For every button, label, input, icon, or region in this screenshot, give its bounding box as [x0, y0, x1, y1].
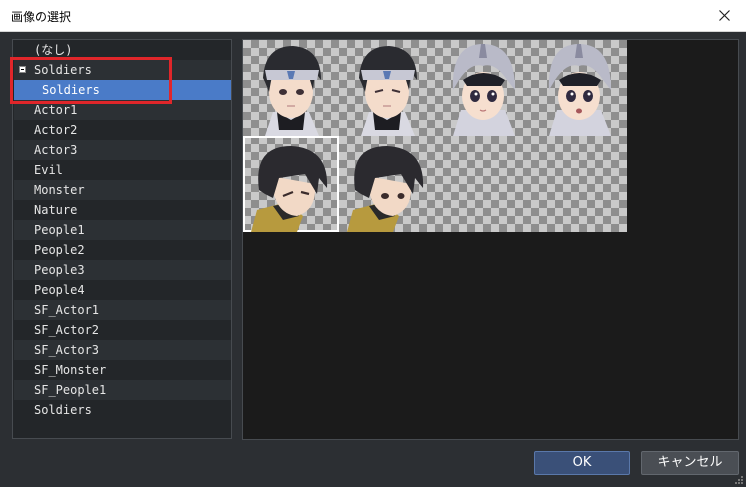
list-item[interactable]: Actor2	[14, 120, 231, 140]
face-tile-empty[interactable]	[435, 136, 531, 232]
close-button[interactable]	[702, 0, 746, 31]
list-item-label: People2	[34, 243, 85, 257]
list-item-label: Actor1	[34, 103, 78, 117]
list-item-label: Soldiers	[34, 403, 92, 417]
soldier-face-image	[359, 46, 417, 136]
list-item[interactable]: Nature	[14, 200, 231, 220]
list-item[interactable]: SF_Monster	[14, 360, 231, 380]
list-item-label: SF_Actor3	[34, 343, 100, 357]
face-tile-selected[interactable]	[243, 136, 339, 232]
list-item-label: Evil	[34, 163, 63, 177]
face-tile[interactable]	[339, 136, 435, 232]
list-item-soldiers-child[interactable]: Soldiers	[14, 80, 231, 100]
list-item-label: Nature	[34, 203, 78, 217]
image-preview-panel[interactable]	[242, 39, 739, 440]
list-item-label: SF_Monster	[34, 363, 107, 377]
soldier-face-image	[347, 146, 424, 232]
list-item-label: SF_People1	[34, 383, 107, 397]
image-file-list[interactable]: (なし) Soldiers Soldiers Actor1 Actor2 Act…	[12, 39, 232, 439]
list-item-label: People3	[34, 263, 85, 277]
list-item[interactable]: Soldiers	[14, 400, 231, 420]
cancel-button[interactable]: キャンセル	[641, 451, 739, 475]
list-item[interactable]: People1	[14, 220, 231, 240]
list-item[interactable]: Monster	[14, 180, 231, 200]
title-bar: 画像の選択	[0, 0, 746, 32]
face-tile[interactable]	[531, 40, 627, 136]
list-item-label: Actor2	[34, 123, 78, 137]
list-item-label: Monster	[34, 183, 85, 197]
list-item-label: Soldiers	[34, 63, 92, 77]
resize-grip-icon[interactable]	[734, 475, 744, 485]
list-item-label: (なし)	[34, 43, 73, 57]
soldier-face-image	[452, 44, 515, 136]
folder-item-soldiers[interactable]: Soldiers	[14, 60, 231, 80]
face-tile[interactable]	[339, 40, 435, 136]
list-item[interactable]: SF_Actor1	[14, 300, 231, 320]
list-item[interactable]: People3	[14, 260, 231, 280]
list-item[interactable]: People4	[14, 280, 231, 300]
list-item-label: SF_Actor1	[34, 303, 100, 317]
list-item[interactable]: Evil	[14, 160, 231, 180]
list-item-label: Soldiers	[42, 83, 100, 97]
list-item[interactable]: SF_Actor2	[14, 320, 231, 340]
list-item-label: People4	[34, 283, 85, 297]
face-tile[interactable]	[243, 40, 339, 136]
list-item-label: SF_Actor2	[34, 323, 100, 337]
list-item[interactable]: People2	[14, 240, 231, 260]
window-title: 画像の選択	[11, 10, 72, 24]
list-item-label: Actor3	[34, 143, 78, 157]
list-item[interactable]: Actor1	[14, 100, 231, 120]
list-item-none[interactable]: (なし)	[14, 40, 231, 60]
list-item-label: People1	[34, 223, 85, 237]
collapse-icon[interactable]	[19, 66, 26, 73]
list-item[interactable]: SF_Actor3	[14, 340, 231, 360]
ok-button[interactable]: OK	[534, 451, 630, 475]
list-item[interactable]: Actor3	[14, 140, 231, 160]
soldier-face-image	[548, 44, 611, 136]
soldier-face-image	[251, 146, 328, 232]
face-tile-empty[interactable]	[531, 136, 627, 232]
list-item[interactable]: SF_People1	[14, 380, 231, 400]
close-icon	[719, 10, 730, 21]
soldier-face-image	[263, 46, 321, 136]
face-tile[interactable]	[435, 40, 531, 136]
